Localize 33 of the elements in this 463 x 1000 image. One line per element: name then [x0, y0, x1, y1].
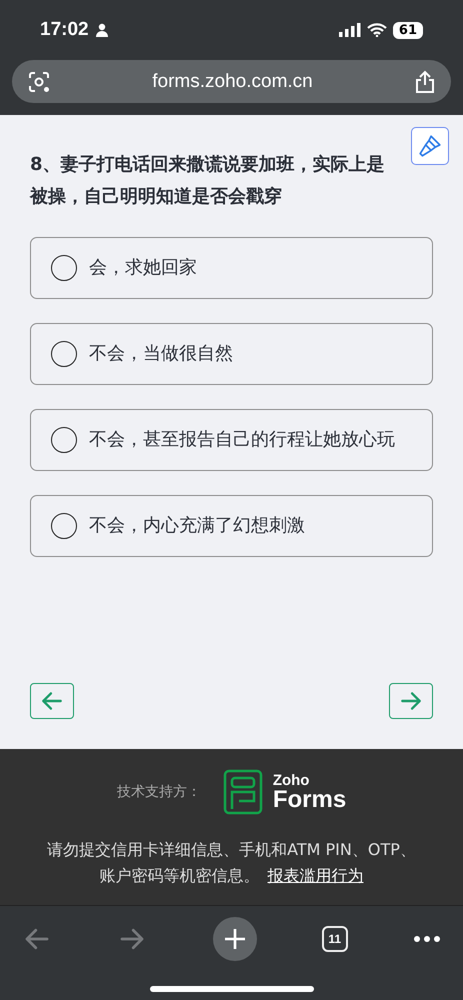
brush-icon — [417, 133, 443, 159]
answer-option[interactable]: 会，求她回家 — [30, 237, 433, 299]
answer-option[interactable]: 不会，当做很自然 — [30, 323, 433, 385]
brush-button[interactable] — [411, 127, 449, 165]
more-button[interactable] — [413, 935, 441, 943]
logo-small-text: Zoho — [272, 772, 310, 788]
radio-button[interactable] — [51, 513, 77, 539]
next-button[interactable] — [389, 683, 433, 719]
plus-icon — [224, 928, 246, 950]
previous-button[interactable] — [30, 683, 74, 719]
battery-level: 61 — [392, 22, 423, 38]
status-time: 17:02 — [40, 19, 89, 41]
radio-button[interactable] — [51, 255, 77, 281]
report-abuse-link[interactable]: 报表滥用行为 — [268, 866, 364, 885]
lens-icon[interactable] — [28, 70, 50, 92]
powered-by-label: 技术支持方： — [116, 783, 201, 801]
tabs-button[interactable]: 11 — [322, 926, 348, 952]
logo-text: Forms — [272, 788, 346, 812]
signal-icon — [338, 23, 361, 37]
new-tab-button[interactable] — [212, 917, 256, 961]
answer-option[interactable]: 不会，甚至报告自己的行程让她放心玩 — [30, 409, 433, 471]
address-bar[interactable]: forms.zoho.com.cn — [12, 60, 451, 103]
person-icon — [94, 23, 109, 37]
share-icon[interactable] — [415, 70, 435, 94]
answer-option[interactable]: 不会，内心充满了幻想刺激 — [30, 495, 433, 557]
wifi-icon — [366, 23, 387, 37]
more-icon — [413, 935, 441, 943]
question-text: 8、妻子打电话回来撒谎说要加班，实际上是被操，自己明明知道是否会戳穿 — [30, 153, 386, 209]
forms-logo-icon — [222, 769, 263, 815]
radio-button[interactable] — [51, 427, 77, 453]
radio-button[interactable] — [51, 341, 77, 367]
notice-text: 请勿提交信用卡详细信息、手机和ATM PIN、OTP、账户密码等机密信息。 报表滥用行为 — [46, 839, 416, 887]
url-text: forms.zoho.com.cn — [152, 70, 313, 92]
